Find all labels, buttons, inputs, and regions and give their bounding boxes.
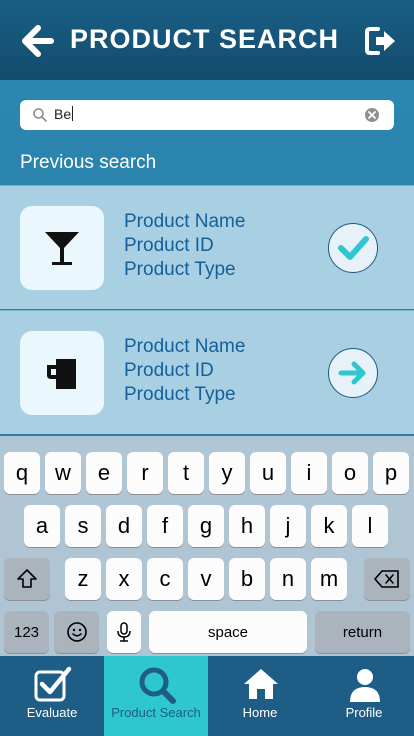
search-input[interactable]: Be <box>20 100 394 130</box>
on-screen-keyboard: q w e r t y u i o p a s d f g h j k l z … <box>0 436 414 656</box>
checkbox-icon <box>34 666 72 702</box>
key-j[interactable]: j <box>270 505 306 547</box>
key-v[interactable]: v <box>188 558 224 600</box>
tab-home-label: Home <box>242 705 278 720</box>
key-h[interactable]: h <box>229 505 265 547</box>
product-id: Product ID <box>124 235 214 256</box>
product-thumbnail <box>20 331 104 415</box>
profile-icon <box>350 669 380 702</box>
key-e[interactable]: e <box>86 452 122 494</box>
back-arrow-icon[interactable] <box>20 24 54 58</box>
tab-bar: Evaluate Product Search Home Profile <box>0 656 414 736</box>
key-g[interactable]: g <box>188 505 224 547</box>
product-info: Product Name Product ID Product Type <box>124 335 245 407</box>
key-s[interactable]: s <box>65 505 101 547</box>
home-icon <box>244 669 278 699</box>
key-u[interactable]: u <box>250 452 286 494</box>
clear-icon[interactable] <box>364 107 380 123</box>
key-f[interactable]: f <box>147 505 183 547</box>
key-w[interactable]: w <box>45 452 81 494</box>
product-thumbnail <box>20 206 104 290</box>
shift-icon <box>17 569 37 588</box>
emoji-key[interactable] <box>54 611 99 653</box>
key-r[interactable]: r <box>127 452 163 494</box>
microphone-icon <box>117 622 131 642</box>
arrow-right-icon <box>338 361 366 385</box>
product-type: Product Type <box>124 384 236 405</box>
key-m[interactable]: m <box>311 558 347 600</box>
shift-key[interactable] <box>4 558 50 600</box>
check-icon <box>338 236 369 260</box>
tab-evaluate[interactable]: Evaluate <box>0 656 104 736</box>
search-icon <box>139 667 176 704</box>
product-id: Product ID <box>124 360 214 381</box>
key-i[interactable]: i <box>291 452 327 494</box>
open-button[interactable] <box>328 348 378 398</box>
search-input-value: Be <box>54 106 74 122</box>
key-y[interactable]: y <box>209 452 245 494</box>
key-q[interactable]: q <box>4 452 40 494</box>
previous-search-label: Previous search <box>20 152 157 173</box>
key-n[interactable]: n <box>270 558 306 600</box>
key-l[interactable]: l <box>352 505 388 547</box>
product-info: Product Name Product ID Product Type <box>124 210 245 282</box>
key-a[interactable]: a <box>24 505 60 547</box>
logout-icon[interactable] <box>364 24 398 58</box>
mug-icon <box>47 359 76 389</box>
product-name: Product Name <box>124 211 246 232</box>
key-o[interactable]: o <box>332 452 368 494</box>
search-icon <box>33 108 47 122</box>
key-k[interactable]: k <box>311 505 347 547</box>
key-b[interactable]: b <box>229 558 265 600</box>
key-p[interactable]: p <box>373 452 409 494</box>
dictation-key[interactable] <box>107 611 141 653</box>
result-item[interactable]: Product Name Product ID Product Type <box>0 185 414 309</box>
tab-profile[interactable]: Profile <box>312 656 414 736</box>
backspace-icon <box>374 570 399 588</box>
key-c[interactable]: c <box>147 558 183 600</box>
space-key[interactable]: space <box>149 611 307 653</box>
select-button[interactable] <box>328 223 378 273</box>
key-x[interactable]: x <box>106 558 142 600</box>
page-title: PRODUCT SEARCH <box>70 24 340 54</box>
tab-product-search[interactable]: Product Search <box>104 656 208 736</box>
key-z[interactable]: z <box>65 558 101 600</box>
result-item[interactable]: Product Name Product ID Product Type <box>0 310 414 434</box>
tab-home[interactable]: Home <box>208 656 312 736</box>
key-t[interactable]: t <box>168 452 204 494</box>
numbers-key[interactable]: 123 <box>4 611 49 653</box>
product-type: Product Type <box>124 259 236 280</box>
header-bar: PRODUCT SEARCH <box>0 0 414 80</box>
tab-product-search-label: Product Search <box>111 705 201 720</box>
return-key[interactable]: return <box>315 611 410 653</box>
emoji-icon <box>66 622 87 642</box>
tab-profile-label: Profile <box>345 705 383 720</box>
product-name: Product Name <box>124 336 246 357</box>
tab-evaluate-label: Evaluate <box>26 705 78 720</box>
delete-key[interactable] <box>364 558 410 600</box>
key-d[interactable]: d <box>106 505 142 547</box>
cocktail-glass-icon <box>45 232 79 265</box>
